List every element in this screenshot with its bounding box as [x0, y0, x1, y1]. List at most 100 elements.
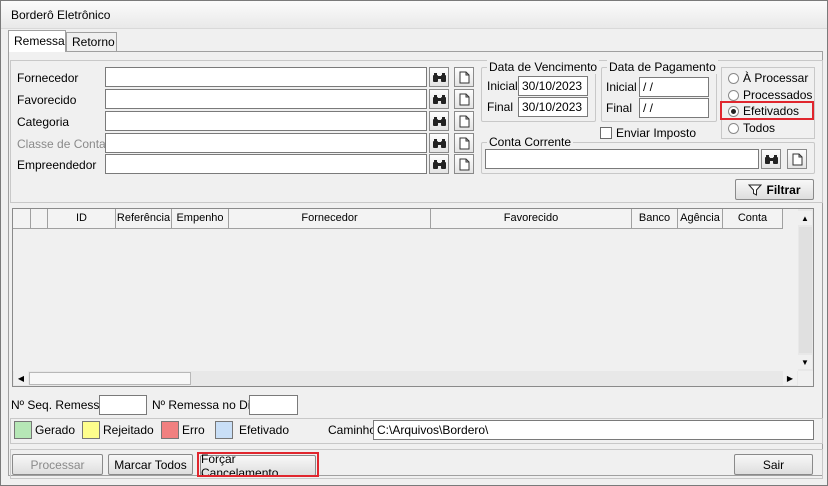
- grid-vertical-scrollbar[interactable]: ▲ ▼: [798, 209, 813, 371]
- empreendedor-search-button[interactable]: [429, 154, 449, 174]
- filtrar-button[interactable]: Filtrar: [735, 179, 814, 200]
- pagamento-final-input[interactable]: / /: [639, 98, 709, 118]
- new-document-icon: [459, 93, 469, 105]
- legend-erro-swatch: [161, 421, 179, 439]
- classe-conta-search-button[interactable]: [429, 133, 449, 153]
- grid-col-agencia[interactable]: Agência: [678, 209, 723, 229]
- grid-col-referencia[interactable]: Referência: [116, 209, 172, 229]
- legend-erro-label: Erro: [182, 423, 205, 437]
- classe-conta-label: Classe de Conta: [17, 137, 106, 151]
- empreendedor-new-button[interactable]: [454, 154, 474, 174]
- legend-efetivado-swatch: [215, 421, 233, 439]
- empreendedor-label: Empreendedor: [17, 158, 97, 172]
- classe-conta-input[interactable]: [105, 133, 427, 153]
- legend-efetivado-label: Efetivado: [239, 423, 290, 437]
- categoria-new-button[interactable]: [454, 111, 474, 131]
- vencimento-final-input[interactable]: 30/10/2023: [518, 97, 588, 117]
- grid-col-id[interactable]: ID: [48, 209, 116, 229]
- conta-corrente-search-button[interactable]: [761, 149, 781, 169]
- radio-circle: [728, 122, 739, 134]
- grid-col-check[interactable]: [31, 209, 48, 229]
- scroll-down-icon[interactable]: ▼: [798, 355, 812, 369]
- new-document-icon: [459, 158, 469, 170]
- grid-header: ID Referência Empenho Fornecedor Favorec…: [13, 209, 783, 229]
- legend-gerado-label: Gerado: [35, 423, 76, 437]
- radio-label: À Processar: [743, 71, 809, 85]
- grid-col-conta[interactable]: Conta: [723, 209, 783, 229]
- radio-label: Todos: [743, 121, 776, 135]
- scroll-track[interactable]: [799, 227, 812, 353]
- highlight-forcar-cancelamento: [197, 452, 319, 477]
- highlight-efetivados: [720, 101, 814, 120]
- processar-button[interactable]: Processar: [12, 454, 103, 475]
- binoculars-icon: [432, 116, 446, 126]
- grid-col-favorecido[interactable]: Favorecido: [431, 209, 632, 229]
- grid-col-empenho[interactable]: Empenho: [172, 209, 229, 229]
- caminho-input[interactable]: C:\Arquivos\Bordero\: [373, 420, 814, 440]
- enviar-imposto-label: Enviar Imposto: [616, 126, 697, 140]
- categoria-input[interactable]: [105, 111, 427, 131]
- processar-label: Processar: [30, 457, 85, 472]
- sair-label: Sair: [762, 457, 785, 472]
- favorecido-new-button[interactable]: [454, 89, 474, 109]
- tab-label: Remessa: [14, 34, 65, 48]
- categoria-search-button[interactable]: [429, 111, 449, 131]
- radio-label: Processados: [743, 88, 813, 102]
- enviar-imposto-checkbox[interactable]: Enviar Imposto: [600, 126, 696, 140]
- vencimento-inicial-input[interactable]: 30/10/2023: [518, 76, 588, 96]
- new-document-icon: [459, 115, 469, 127]
- grid-horizontal-scrollbar[interactable]: ◀ ▶: [13, 371, 798, 386]
- conta-corrente-input[interactable]: [485, 149, 759, 169]
- categoria-label: Categoria: [17, 115, 70, 129]
- title-bar: Borderô Eletrônico: [1, 1, 827, 29]
- vencimento-title: Data de Vencimento: [487, 60, 600, 74]
- scroll-right-icon[interactable]: ▶: [783, 371, 797, 385]
- fornecedor-search-button[interactable]: [429, 67, 449, 87]
- fornecedor-label: Fornecedor: [17, 71, 79, 85]
- radio-circle: [728, 89, 739, 101]
- marcar-todos-label: Marcar Todos: [114, 457, 187, 472]
- window: Borderô Eletrônico Remessa Retorno Forne…: [0, 0, 828, 486]
- legend-rejeitado-label: Rejeitado: [103, 423, 154, 437]
- binoculars-icon: [432, 159, 446, 169]
- sair-button[interactable]: Sair: [734, 454, 813, 475]
- scroll-up-icon[interactable]: ▲: [798, 211, 812, 225]
- seq-remessa-input[interactable]: [99, 395, 147, 415]
- radio-circle: [728, 72, 739, 84]
- checkbox-box: [600, 127, 612, 139]
- tab-retorno[interactable]: Retorno: [66, 32, 117, 52]
- scroll-thumb[interactable]: [29, 372, 191, 385]
- pagamento-inicial-input[interactable]: / /: [639, 77, 709, 97]
- favorecido-input[interactable]: [105, 89, 427, 109]
- vencimento-inicial-label: Inicial: [487, 79, 518, 93]
- empreendedor-input[interactable]: [105, 154, 427, 174]
- remessa-dia-label: Nº Remessa no Dia: [152, 398, 258, 412]
- fornecedor-new-button[interactable]: [454, 67, 474, 87]
- classe-conta-new-button[interactable]: [454, 133, 474, 153]
- new-document-icon: [792, 153, 802, 165]
- legend-rejeitado-swatch: [82, 421, 100, 439]
- fornecedor-input[interactable]: [105, 67, 427, 87]
- caminho-label: Caminho: [328, 423, 377, 437]
- pagamento-inicial-label: Inicial: [606, 80, 637, 94]
- scroll-left-icon[interactable]: ◀: [14, 371, 28, 385]
- binoculars-icon: [764, 154, 778, 164]
- binoculars-icon: [432, 94, 446, 104]
- grid-col-banco[interactable]: Banco: [632, 209, 678, 229]
- conta-corrente-title: Conta Corrente: [487, 135, 574, 149]
- grid-col-fornecedor[interactable]: Fornecedor: [229, 209, 431, 229]
- marcar-todos-button[interactable]: Marcar Todos: [108, 454, 193, 475]
- favorecido-search-button[interactable]: [429, 89, 449, 109]
- new-document-icon: [459, 137, 469, 149]
- radio-processados[interactable]: Processados: [728, 88, 812, 102]
- radio-a-processar[interactable]: À Processar: [728, 71, 808, 85]
- grid-col-indicator[interactable]: [13, 209, 31, 229]
- legend-gerado-swatch: [14, 421, 32, 439]
- results-grid[interactable]: ID Referência Empenho Fornecedor Favorec…: [12, 208, 814, 387]
- radio-todos[interactable]: Todos: [728, 121, 775, 135]
- tab-remessa[interactable]: Remessa: [8, 30, 66, 52]
- window-title: Borderô Eletrônico: [11, 8, 111, 22]
- conta-corrente-new-button[interactable]: [787, 149, 807, 169]
- binoculars-icon: [432, 72, 446, 82]
- remessa-dia-input[interactable]: [249, 395, 298, 415]
